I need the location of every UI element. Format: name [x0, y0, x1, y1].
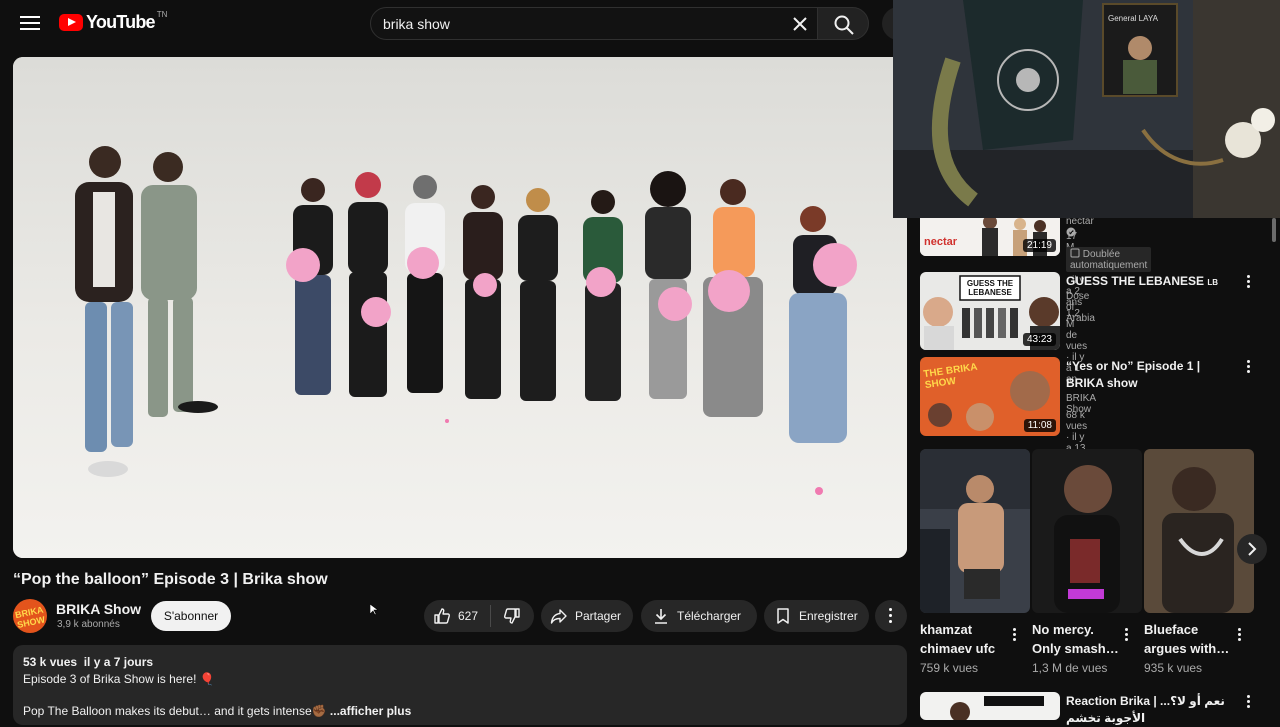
download-button[interactable]: Télécharger	[641, 600, 757, 632]
subscriber-count: 3,9 k abonnés	[57, 619, 120, 630]
short-thumbnail[interactable]	[920, 449, 1030, 613]
short-thumbnail[interactable]	[1032, 449, 1142, 613]
short-title[interactable]: Blueface argues with…	[1144, 620, 1234, 658]
short-thumbnail-image	[1144, 449, 1254, 613]
rec-title[interactable]: “Yes or No” Episode 1 | BRIKA show	[1066, 358, 1236, 392]
thumbnail-caption: GUESS THE LEBANESE	[966, 279, 1014, 297]
upload-age: il y a 7 jours	[83, 655, 154, 669]
thumbnail-caption: nectar	[924, 236, 958, 248]
video-duration: 11:08	[1023, 419, 1056, 432]
channel-name[interactable]: BRIKA Show	[56, 601, 141, 617]
avatar-logo-text: BRIKA SHOW	[14, 604, 46, 631]
short-thumbnail[interactable]	[1144, 449, 1254, 613]
overlay-video-frame	[893, 0, 1280, 218]
dislike-button[interactable]	[491, 600, 533, 632]
search-box	[370, 7, 818, 40]
subscribe-button[interactable]: S'abonner	[151, 601, 231, 631]
video-thumbnail[interactable]: nectar 21:19	[920, 212, 1060, 256]
thumbs-up-icon	[434, 608, 450, 624]
more-actions-button[interactable]	[875, 600, 907, 632]
auto-dubbed-badge: Doublée automatiquement	[1066, 247, 1152, 272]
show-more-link[interactable]: ...afficher plus	[330, 704, 411, 718]
download-label: Télécharger	[677, 609, 742, 623]
search-input[interactable]	[383, 8, 783, 39]
rec-title-text: GUESS THE LEBANESE	[1066, 274, 1205, 288]
youtube-play-icon	[59, 14, 83, 31]
rec-menu-button[interactable]	[1244, 360, 1252, 376]
description-line-2-text: Pop The Balloon makes its debut… and it …	[23, 704, 327, 718]
logo-country-code: TN	[156, 10, 168, 19]
video-frame	[13, 57, 907, 558]
like-count: 627	[458, 609, 479, 623]
chevron-right-icon	[1248, 542, 1257, 556]
more-dot	[889, 608, 892, 611]
download-icon	[655, 609, 667, 624]
bookmark-icon	[777, 608, 789, 624]
video-thumbnail[interactable]: THE BRIKA SHOW 11:08	[920, 357, 1060, 436]
video-title: “Pop the balloon” Episode 3 | Brika show	[13, 571, 328, 588]
short-views: 759 k vues	[920, 661, 979, 675]
rec-title[interactable]: GUESS THE LEBANESE LB	[1066, 273, 1236, 291]
share-label: Partager	[575, 609, 622, 623]
short-views: 935 k vues	[1144, 661, 1203, 675]
short-thumbnail-image	[920, 449, 1030, 613]
description-meta: 53 k vues il y a 7 jours	[23, 655, 897, 669]
share-icon	[550, 609, 567, 624]
country-flag-code: LB	[1207, 278, 1219, 287]
video-thumbnail[interactable]: GUESS THE LEBANESE 43:23	[920, 272, 1060, 350]
description-line-2: Pop The Balloon makes its debut… and it …	[23, 704, 897, 718]
channel-avatar[interactable]: BRIKA SHOW	[13, 599, 47, 633]
short-menu-button[interactable]	[1122, 628, 1130, 644]
short-title[interactable]: khamzat chimaev ufc	[920, 620, 1010, 658]
thumbnail-image	[920, 692, 1060, 720]
thumbs-down-icon	[504, 608, 520, 624]
shorts-next-button[interactable]	[1237, 534, 1267, 564]
video-thumbnail[interactable]	[920, 692, 1060, 720]
badge-text: Doublée automatiquement	[1070, 249, 1148, 271]
logo-text: YouTube	[86, 12, 156, 32]
mouse-cursor-icon	[370, 604, 378, 616]
youtube-logo[interactable]: YouTube TN	[59, 10, 168, 33]
more-dot	[889, 614, 892, 617]
more-dot	[889, 620, 892, 623]
description-line-1: Episode 3 of Brika Show is here! 🎈	[23, 672, 215, 686]
save-label: Enregistrer	[799, 609, 858, 623]
short-title[interactable]: No mercy. Only smash…	[1032, 620, 1122, 658]
overlay-video[interactable]: General LAYA	[893, 0, 1280, 218]
rec-title[interactable]: Reaction Brika | ...نعم أو لا؟ الأجوبة ت…	[1066, 693, 1236, 727]
rec-menu-button[interactable]	[1244, 275, 1252, 291]
sidebar-scrollbar[interactable]	[1272, 218, 1276, 242]
menu-icon[interactable]	[18, 13, 42, 33]
like-button[interactable]: 627	[424, 600, 490, 632]
short-menu-button[interactable]	[1235, 628, 1243, 644]
short-menu-button[interactable]	[1010, 628, 1018, 644]
video-player[interactable]	[13, 57, 907, 558]
view-count: 53 k vues	[23, 655, 78, 669]
search-button[interactable]	[817, 7, 869, 40]
clear-search-icon[interactable]	[789, 13, 811, 35]
short-thumbnail-image	[1032, 449, 1142, 613]
dubbing-icon	[1070, 248, 1080, 258]
video-duration: 21:19	[1022, 239, 1056, 252]
share-button[interactable]: Partager	[541, 600, 633, 632]
rec-menu-button[interactable]	[1244, 695, 1252, 711]
search-icon	[834, 15, 854, 35]
short-views: 1,3 M de vues	[1032, 661, 1108, 675]
video-duration: 43:23	[1022, 333, 1056, 346]
description-box[interactable]: 53 k vues il y a 7 jours Episode 3 of Br…	[13, 645, 907, 725]
save-button[interactable]: Enregistrer	[764, 600, 869, 632]
like-dislike-group: 627	[424, 600, 534, 632]
overlay-poster-name: General LAYA	[1108, 14, 1158, 23]
